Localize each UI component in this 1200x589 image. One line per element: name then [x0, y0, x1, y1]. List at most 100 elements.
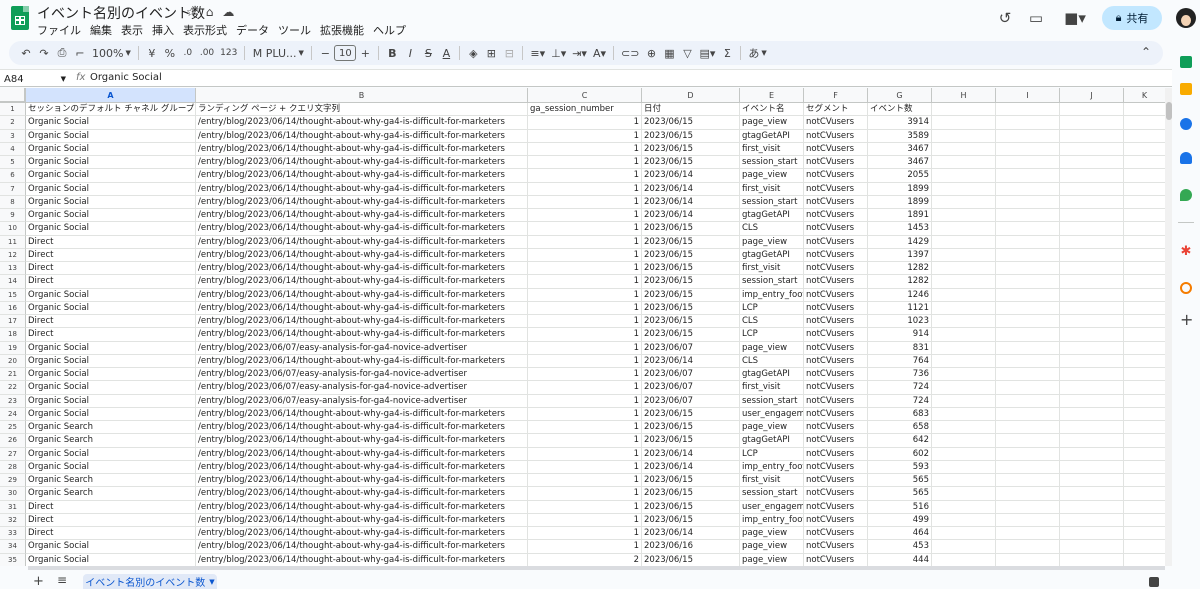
table-cell[interactable]	[1060, 328, 1124, 342]
table-cell[interactable]: 2023/06/15	[642, 275, 740, 289]
row-header[interactable]: 10	[0, 222, 26, 236]
table-cell[interactable]: notCVusers	[804, 368, 868, 382]
row-header[interactable]: 23	[0, 394, 26, 408]
table-cell[interactable]	[932, 368, 996, 382]
menu-item[interactable]: ファイル	[37, 22, 81, 38]
table-cell[interactable]: page_view	[740, 169, 804, 183]
maps-icon[interactable]	[1180, 189, 1192, 201]
header-cell[interactable]: イベント名	[740, 103, 804, 117]
menu-item[interactable]: ツール	[278, 22, 311, 38]
table-cell[interactable]: 2023/06/14	[642, 182, 740, 196]
table-cell[interactable]: /entry/blog/2023/06/14/thought-about-why…	[196, 301, 528, 315]
table-cell[interactable]: 1023	[868, 315, 932, 329]
addon-asterisk-icon[interactable]: ✱	[1180, 245, 1192, 258]
table-cell[interactable]: /entry/blog/2023/06/14/thought-about-why…	[196, 195, 528, 209]
table-cell[interactable]	[996, 142, 1060, 156]
table-cell[interactable]: /entry/blog/2023/06/14/thought-about-why…	[196, 209, 528, 223]
column-header[interactable]: H	[932, 88, 996, 103]
table-cell[interactable]	[1124, 130, 1165, 143]
table-cell[interactable]: /entry/blog/2023/06/14/thought-about-why…	[196, 553, 528, 566]
table-cell[interactable]	[1060, 301, 1124, 315]
table-cell[interactable]: page_view	[740, 540, 804, 554]
table-cell[interactable]: 444	[868, 553, 932, 566]
star-icon[interactable]: ☆	[186, 5, 197, 19]
table-cell[interactable]: 1	[528, 235, 642, 249]
table-cell[interactable]	[996, 527, 1060, 541]
table-cell[interactable]	[996, 513, 1060, 527]
name-box[interactable]: A84 ▼	[4, 72, 66, 86]
table-cell[interactable]: page_view	[740, 553, 804, 566]
table-cell[interactable]	[996, 394, 1060, 408]
table-cell[interactable]: /entry/blog/2023/06/14/thought-about-why…	[196, 513, 528, 527]
table-cell[interactable]	[932, 513, 996, 527]
row-header[interactable]: 6	[0, 169, 26, 183]
table-cell[interactable]: gtagGetAPI	[740, 129, 804, 143]
column-header[interactable]: D	[642, 88, 740, 103]
table-cell[interactable]	[932, 540, 996, 554]
contacts-icon[interactable]	[1180, 152, 1192, 164]
table-cell[interactable]: Organic Social	[26, 288, 196, 302]
table-cell[interactable]	[1060, 315, 1124, 329]
table-cell[interactable]: notCVusers	[804, 209, 868, 223]
row-header[interactable]: 26	[0, 434, 26, 448]
collapse-menus-icon[interactable]: ⌃	[1141, 45, 1151, 59]
table-cell[interactable]: session_start	[740, 156, 804, 170]
decrease-decimal-button[interactable]: .0	[179, 42, 197, 64]
table-cell[interactable]: 1	[528, 262, 642, 276]
table-cell[interactable]	[996, 328, 1060, 342]
table-cell[interactable]	[1124, 501, 1165, 514]
table-cell[interactable]: 1	[528, 182, 642, 196]
comments-icon[interactable]: ▭	[1024, 6, 1048, 30]
table-cell[interactable]: 499	[868, 513, 932, 527]
table-cell[interactable]: 1453	[868, 222, 932, 236]
table-cell[interactable]: /entry/blog/2023/06/14/thought-about-why…	[196, 142, 528, 156]
table-cell[interactable]: notCVusers	[804, 248, 868, 262]
keep-icon[interactable]	[1180, 83, 1192, 95]
table-cell[interactable]: 2023/06/14	[642, 447, 740, 461]
table-cell[interactable]: notCVusers	[804, 354, 868, 368]
header-cell[interactable]: イベント数	[868, 103, 932, 117]
table-cell[interactable]	[1124, 275, 1165, 289]
table-cell[interactable]: Organic Search	[26, 487, 196, 501]
header-cell[interactable]: セッションのデフォルト チャネル グループ	[26, 103, 196, 117]
table-cell[interactable]	[996, 474, 1060, 488]
table-cell[interactable]: notCVusers	[804, 195, 868, 209]
table-cell[interactable]	[932, 474, 996, 488]
table-cell[interactable]	[1060, 209, 1124, 223]
header-cell[interactable]: ga_session_number	[528, 103, 642, 117]
table-cell[interactable]: Organic Social	[26, 222, 196, 236]
table-cell[interactable]: Organic Social	[26, 341, 196, 355]
table-cell[interactable]: notCVusers	[804, 500, 868, 514]
row-header[interactable]: 27	[0, 447, 26, 461]
all-sheets-icon[interactable]: ≡	[57, 573, 67, 587]
insert-comment-icon[interactable]: ⊕	[642, 42, 660, 64]
table-cell[interactable]: 1	[528, 142, 642, 156]
table-cell[interactable]: 1	[528, 513, 642, 527]
table-cell[interactable]	[1124, 143, 1165, 156]
table-cell[interactable]	[1060, 262, 1124, 276]
table-cell[interactable]: page_view	[740, 235, 804, 249]
table-cell[interactable]: 2023/06/15	[642, 156, 740, 170]
table-cell[interactable]: 2023/06/14	[642, 460, 740, 474]
table-cell[interactable]: 1	[528, 394, 642, 408]
table-cell[interactable]: 2023/06/14	[642, 169, 740, 183]
paint-format-icon[interactable]: ⌐	[71, 42, 89, 64]
table-cell[interactable]: LCP	[740, 328, 804, 342]
increase-decimal-button[interactable]: .00	[197, 42, 217, 64]
table-cell[interactable]: 2023/06/15	[642, 222, 740, 236]
table-cell[interactable]	[996, 275, 1060, 289]
table-cell[interactable]	[996, 341, 1060, 355]
table-cell[interactable]: 2023/06/15	[642, 513, 740, 527]
table-cell[interactable]: 1	[528, 447, 642, 461]
table-cell[interactable]: LCP	[740, 301, 804, 315]
header-cell[interactable]	[1060, 103, 1124, 117]
table-cell[interactable]: notCVusers	[804, 460, 868, 474]
table-cell[interactable]	[1060, 487, 1124, 501]
table-cell[interactable]	[1060, 182, 1124, 196]
table-cell[interactable]: /entry/blog/2023/06/14/thought-about-why…	[196, 500, 528, 514]
table-cell[interactable]	[1060, 540, 1124, 554]
chevron-down-icon[interactable]: ▼	[209, 578, 214, 586]
table-cell[interactable]	[1124, 328, 1165, 342]
percent-button[interactable]: %	[161, 42, 179, 64]
table-cell[interactable]: 658	[868, 421, 932, 435]
